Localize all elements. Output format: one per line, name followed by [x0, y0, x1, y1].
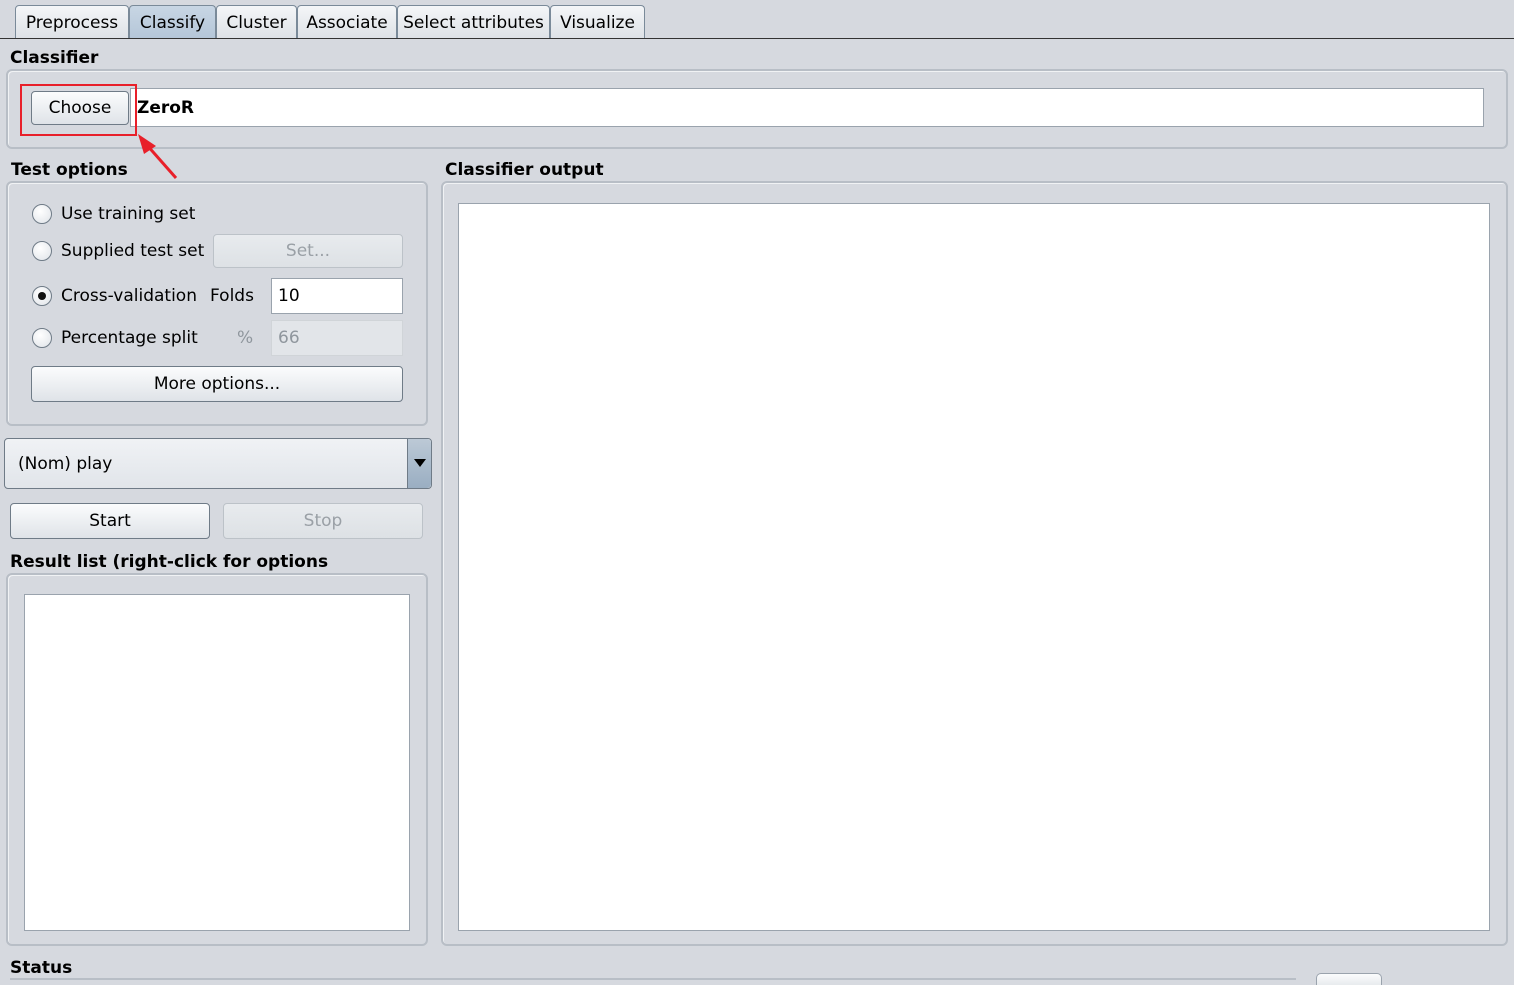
annotation-arrow-icon [138, 134, 178, 179]
result-list-box[interactable] [24, 594, 410, 931]
classifier-section-title: Classifier [10, 48, 99, 68]
tab-associate[interactable]: Associate [297, 5, 397, 39]
chevron-down-icon[interactable] [407, 439, 431, 488]
classifier-output-title: Classifier output [445, 160, 604, 180]
radio-supplied-test-set[interactable] [32, 241, 52, 261]
result-list-title: Result list (right-click for options [10, 552, 329, 572]
use-training-set-label: Use training set [61, 204, 196, 224]
tab-divider [0, 38, 1514, 39]
class-attribute-value: (Nom) play [18, 454, 113, 474]
highlight-box [20, 84, 137, 136]
percentage-split-label: Percentage split [61, 328, 198, 348]
tab-visualize[interactable]: Visualize [550, 5, 645, 39]
supplied-test-set-label: Supplied test set [61, 241, 205, 261]
test-options-title: Test options [11, 160, 128, 180]
radio-selected-dot [38, 292, 46, 300]
more-options-button[interactable]: More options... [31, 366, 403, 402]
percentage-input[interactable]: 66 [271, 320, 403, 356]
start-button[interactable]: Start [10, 503, 210, 539]
cross-validation-label: Cross-validation [61, 286, 197, 306]
set-test-set-button[interactable]: Set... [213, 234, 403, 268]
stop-button[interactable]: Stop [223, 503, 423, 539]
radio-cross-validation[interactable] [32, 286, 52, 306]
classifier-output-box[interactable] [458, 203, 1490, 931]
class-attribute-select[interactable]: (Nom) play [4, 438, 432, 489]
classifier-name-field[interactable]: ZeroR [130, 88, 1484, 127]
radio-use-training-set[interactable] [32, 204, 52, 224]
folds-input[interactable]: 10 [271, 278, 403, 314]
tab-classify[interactable]: Classify [129, 5, 216, 39]
folds-label: Folds [210, 286, 254, 306]
log-button[interactable] [1316, 973, 1382, 985]
tab-select-attributes[interactable]: Select attributes [397, 5, 550, 39]
tab-preprocess[interactable]: Preprocess [15, 5, 129, 39]
tab-cluster[interactable]: Cluster [216, 5, 297, 39]
radio-percentage-split[interactable] [32, 328, 52, 348]
percent-label: % [237, 328, 254, 348]
status-title: Status [10, 958, 73, 978]
